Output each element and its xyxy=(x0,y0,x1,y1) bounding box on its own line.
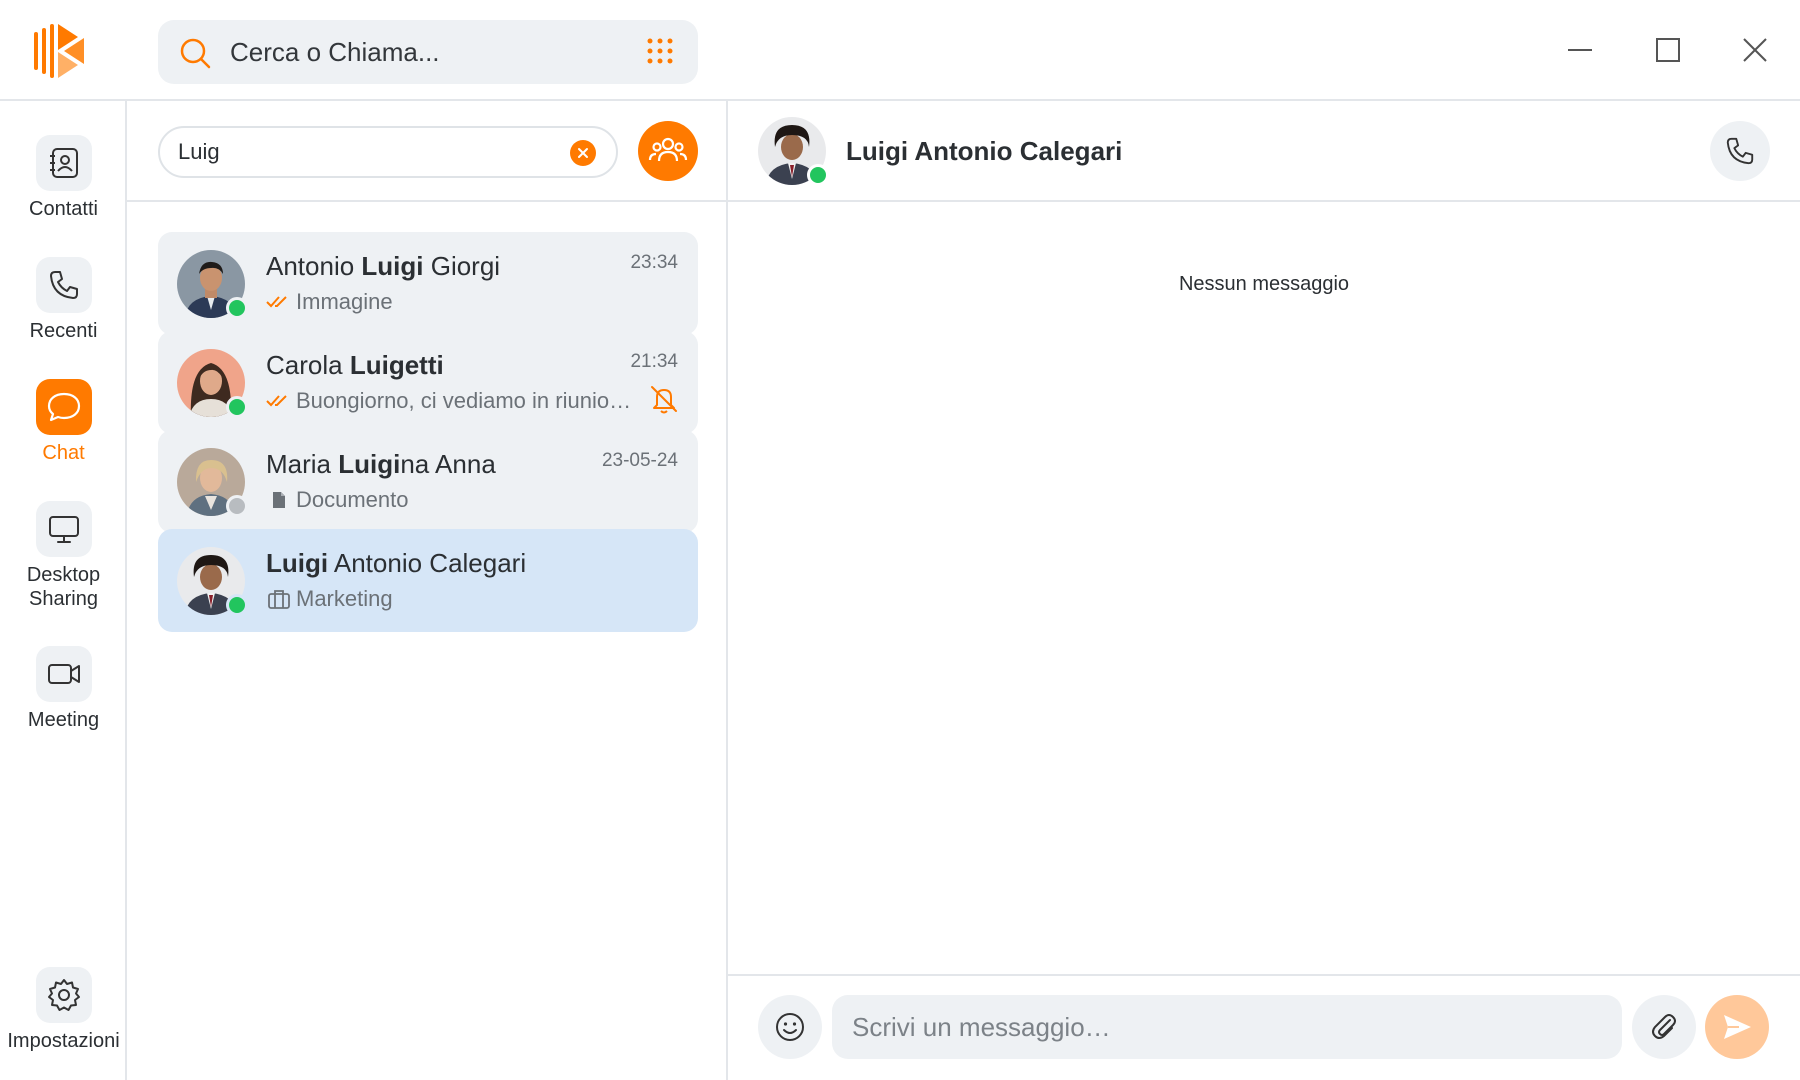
call-button[interactable] xyxy=(1710,121,1770,181)
chat-last-message: Documento xyxy=(266,486,409,514)
gear-icon xyxy=(47,979,80,1011)
chat-list-item-selected[interactable]: Luigi Antonio Calegari Marketing xyxy=(158,529,698,632)
status-online-dot xyxy=(226,297,248,319)
chat-contact-name: Antonio Luigi Giorgi xyxy=(266,251,501,281)
send-icon xyxy=(1724,1015,1751,1039)
message-input[interactable] xyxy=(832,995,1622,1059)
dialpad-icon[interactable] xyxy=(644,36,676,68)
document-icon xyxy=(273,492,285,508)
sidebar-item-label: Meeting xyxy=(27,709,100,731)
monitor-icon xyxy=(48,516,79,543)
sidebar-item-label: Desktop Sharing xyxy=(26,564,101,610)
double-check-icon xyxy=(266,296,287,308)
emoji-icon xyxy=(776,1013,804,1041)
paperclip-icon xyxy=(1652,1014,1676,1039)
briefcase-icon xyxy=(268,590,290,609)
title-bar: Cerca o Chiama... xyxy=(0,0,1800,101)
double-check-icon xyxy=(266,395,287,407)
sidebar-item-label: Recenti xyxy=(29,320,98,342)
conversation-panel: Luigi Antonio Calegari Nessun messaggio xyxy=(728,101,1800,1080)
chat-filter-input[interactable]: Luig xyxy=(158,126,618,178)
status-online-dot xyxy=(226,594,248,616)
phone-icon xyxy=(1726,137,1754,165)
bell-muted-icon xyxy=(651,386,677,414)
status-online-dot xyxy=(807,164,829,186)
empty-conversation-text: Nessun messaggio xyxy=(1178,273,1350,295)
sidebar-item-contatti[interactable]: Contatti xyxy=(0,135,127,221)
search-icon xyxy=(180,38,211,69)
sidebar-item-chat[interactable]: Chat xyxy=(0,379,127,465)
maximize-icon[interactable] xyxy=(1648,30,1688,70)
conversation-title: Luigi Antonio Calegari xyxy=(846,136,1123,166)
sidebar-item-label: Chat xyxy=(42,442,85,464)
status-offline-dot xyxy=(226,495,248,517)
chat-filter-value: Luig xyxy=(178,139,220,164)
contacts-icon xyxy=(49,148,78,178)
chat-contact-name: Luigi Antonio Calegari xyxy=(266,548,527,578)
clear-filter-button[interactable] xyxy=(570,140,596,166)
chat-list-item[interactable]: Antonio Luigi Giorgi 23:34 Immagine xyxy=(158,232,698,335)
message-composer xyxy=(728,974,1800,1080)
chat-timestamp: 21:34 xyxy=(630,351,678,372)
chat-timestamp: 23:34 xyxy=(630,252,678,273)
global-search-box[interactable]: Cerca o Chiama... xyxy=(158,20,698,84)
chat-last-message: Immagine xyxy=(266,288,393,316)
brand-logo-icon xyxy=(34,24,84,78)
sidebar-item-desktop-sharing[interactable]: Desktop Sharing xyxy=(0,501,127,611)
chat-list-header: Luig xyxy=(127,101,726,202)
send-button[interactable] xyxy=(1705,995,1769,1059)
phone-icon xyxy=(49,271,78,299)
chat-contact-name: Maria Luigina Anna xyxy=(266,449,496,479)
conversation-header: Luigi Antonio Calegari xyxy=(728,101,1800,202)
sidebar-item-impostazioni[interactable]: Impostazioni xyxy=(0,967,127,1053)
chat-bubble-icon xyxy=(47,392,80,422)
new-group-button[interactable] xyxy=(638,121,698,181)
sidebar-item-meeting[interactable]: Meeting xyxy=(0,646,127,732)
chat-list-item[interactable]: Carola Luigetti 21:34 Buongiorno, ci ved… xyxy=(158,331,698,434)
chat-list-item[interactable]: Maria Luigina Anna 23-05-24 Documento xyxy=(158,430,698,533)
group-icon xyxy=(648,137,688,162)
status-online-dot xyxy=(226,396,248,418)
main-sidebar: Contatti Recenti Chat Desktop Sharing Me… xyxy=(0,101,127,1080)
chat-contact-name: Carola Luigetti xyxy=(266,350,444,380)
chat-list-panel: Luig Antonio Luigi Giorgi 23:34 Immagine… xyxy=(127,101,728,1080)
video-icon xyxy=(47,664,80,684)
minimize-icon[interactable] xyxy=(1560,30,1600,70)
clear-x-icon xyxy=(578,148,588,158)
chat-timestamp: 23-05-24 xyxy=(601,450,678,471)
sidebar-item-label: Impostazioni xyxy=(7,1030,120,1052)
chat-last-message: Buongiorno, ci vediamo in riunion… xyxy=(266,387,636,415)
attach-button[interactable] xyxy=(1632,995,1696,1059)
emoji-button[interactable] xyxy=(758,995,822,1059)
sidebar-item-recenti[interactable]: Recenti xyxy=(0,257,127,343)
global-search-text: Cerca o Chiama... xyxy=(230,37,440,67)
chat-contact-department: Marketing xyxy=(266,585,393,613)
sidebar-item-label: Contatti xyxy=(29,198,98,220)
close-icon[interactable] xyxy=(1735,30,1775,70)
